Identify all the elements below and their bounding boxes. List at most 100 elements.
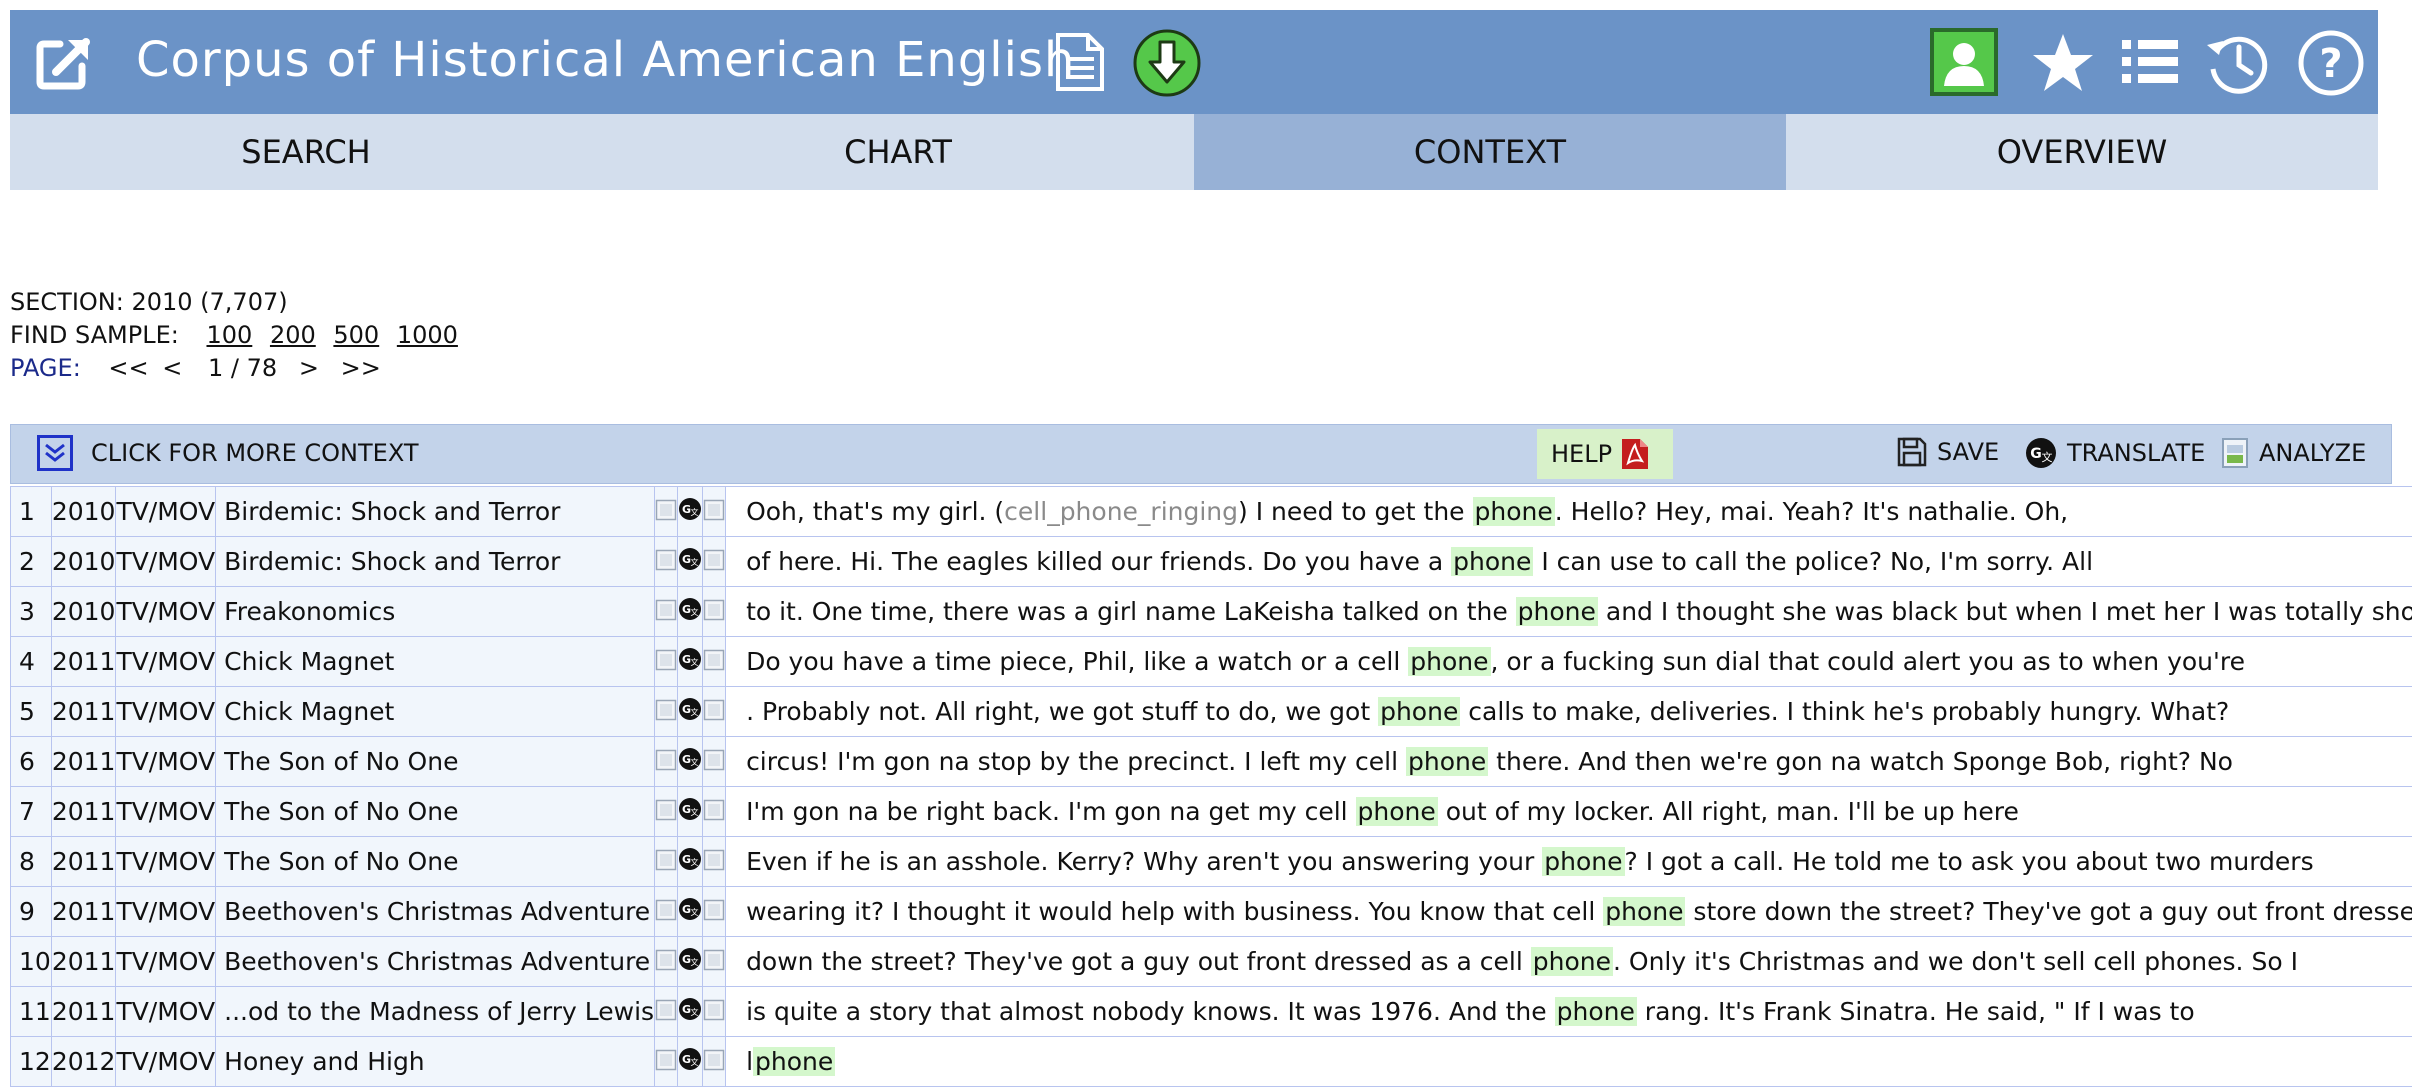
table-row[interactable]: 122012TV/MOVHoney and HighG文lphone xyxy=(11,1037,2412,1087)
table-row[interactable]: 12010TV/MOVBirdemic: Shock and TerrorG文O… xyxy=(11,487,2412,537)
analyze-icon[interactable] xyxy=(703,498,725,527)
table-row[interactable]: 102011TV/MOVBeethoven's Christmas Advent… xyxy=(11,937,2412,987)
translate-icon[interactable]: G文 xyxy=(678,1047,702,1077)
expand-context-icon[interactable] xyxy=(655,798,677,827)
sample-500-link[interactable]: 500 xyxy=(333,321,379,349)
context-pre: l xyxy=(746,1047,753,1076)
sample-100-link[interactable]: 100 xyxy=(206,321,252,349)
row-source[interactable]: Honey and High xyxy=(216,1037,655,1087)
row-context: . Probably not. All right, we got stuff … xyxy=(726,687,2412,737)
analyze-icon[interactable] xyxy=(703,998,725,1027)
expand-context-icon[interactable] xyxy=(655,548,677,577)
next-page-link[interactable]: > xyxy=(299,354,319,382)
expand-context-icon[interactable] xyxy=(655,498,677,527)
expand-context-icon[interactable] xyxy=(655,748,677,777)
analyze-icon[interactable] xyxy=(703,798,725,827)
save-button[interactable]: SAVE xyxy=(1897,437,1999,467)
table-row[interactable]: 32010TV/MOVFreakonomicsG文to it. One time… xyxy=(11,587,2412,637)
row-source[interactable]: Beethoven's Christmas Adventure xyxy=(216,887,655,937)
keyword-match[interactable]: phone xyxy=(1555,997,1637,1026)
sample-1000-link[interactable]: 1000 xyxy=(397,321,458,349)
expand-context-icon[interactable] xyxy=(655,598,677,627)
external-link-icon[interactable] xyxy=(32,30,96,94)
keyword-match[interactable]: phone xyxy=(1516,597,1598,626)
row-source[interactable]: The Son of No One xyxy=(216,787,655,837)
translate-icon[interactable]: G文 xyxy=(678,897,702,927)
analyze-icon[interactable] xyxy=(703,1048,725,1077)
list-icon[interactable] xyxy=(2118,32,2182,92)
analyze-icon[interactable] xyxy=(703,948,725,977)
analyze-icon[interactable] xyxy=(703,898,725,927)
expand-context-icon[interactable] xyxy=(655,998,677,1027)
analyze-button[interactable]: ANALYZE xyxy=(2221,437,2366,469)
row-source[interactable]: Freakonomics xyxy=(216,587,655,637)
table-row[interactable]: 82011TV/MOVThe Son of No OneG文Even if he… xyxy=(11,837,2412,887)
table-row[interactable]: 22010TV/MOVBirdemic: Shock and TerrorG文o… xyxy=(11,537,2412,587)
star-icon[interactable] xyxy=(2028,28,2098,98)
more-context-label[interactable]: CLICK FOR MORE CONTEXT xyxy=(91,439,419,467)
table-row[interactable]: 92011TV/MOVBeethoven's Christmas Adventu… xyxy=(11,887,2412,937)
sample-200-link[interactable]: 200 xyxy=(270,321,316,349)
expand-context-icon[interactable] xyxy=(655,698,677,727)
translate-icon[interactable]: G文 xyxy=(678,797,702,827)
help-circle-icon[interactable]: ? xyxy=(2296,28,2366,98)
table-row[interactable]: 62011TV/MOVThe Son of No OneG文circus! I'… xyxy=(11,737,2412,787)
analyze-icon[interactable] xyxy=(703,598,725,627)
expand-context-icon[interactable] xyxy=(655,898,677,927)
translate-icon[interactable]: G文 xyxy=(678,847,702,877)
translate-icon[interactable]: G文 xyxy=(678,947,702,977)
first-page-link[interactable]: << xyxy=(108,354,148,382)
translate-icon[interactable]: G文 xyxy=(678,497,702,527)
user-icon[interactable] xyxy=(1930,28,1998,96)
tab-search[interactable]: SEARCH xyxy=(10,114,602,190)
row-source[interactable]: Beethoven's Christmas Adventure xyxy=(216,937,655,987)
analyze-icon[interactable] xyxy=(703,648,725,677)
row-source[interactable]: Birdemic: Shock and Terror xyxy=(216,537,655,587)
keyword-match[interactable]: phone xyxy=(1542,847,1624,876)
row-source[interactable]: The Son of No One xyxy=(216,837,655,887)
keyword-match[interactable]: phone xyxy=(1378,697,1460,726)
help-button[interactable]: HELP xyxy=(1537,429,1673,479)
table-row[interactable]: 42011TV/MOVChick MagnetG文Do you have a t… xyxy=(11,637,2412,687)
row-source[interactable]: Chick Magnet xyxy=(216,687,655,737)
translate-icon[interactable]: G文 xyxy=(678,697,702,727)
keyword-match[interactable]: phone xyxy=(1408,647,1490,676)
table-row[interactable]: 72011TV/MOVThe Son of No OneG文I'm gon na… xyxy=(11,787,2412,837)
analyze-icon[interactable] xyxy=(703,548,725,577)
row-source[interactable]: The Son of No One xyxy=(216,737,655,787)
tab-overview[interactable]: OVERVIEW xyxy=(1786,114,2378,190)
translate-button[interactable]: G 文 TRANSLATE xyxy=(2025,437,2205,469)
analyze-icon[interactable] xyxy=(703,698,725,727)
last-page-link[interactable]: >> xyxy=(341,354,381,382)
table-row[interactable]: 52011TV/MOVChick MagnetG文. Probably not.… xyxy=(11,687,2412,737)
translate-icon[interactable]: G文 xyxy=(678,747,702,777)
keyword-match[interactable]: phone xyxy=(1406,747,1488,776)
translate-icon[interactable]: G文 xyxy=(678,647,702,677)
row-source[interactable]: Chick Magnet xyxy=(216,637,655,687)
keyword-match[interactable]: phone xyxy=(753,1047,835,1076)
download-icon[interactable] xyxy=(1132,28,1202,98)
translate-icon[interactable]: G文 xyxy=(678,547,702,577)
prev-page-link[interactable]: < xyxy=(162,354,182,382)
tab-context[interactable]: CONTEXT xyxy=(1194,114,1786,190)
keyword-match[interactable]: phone xyxy=(1356,797,1438,826)
translate-icon[interactable]: G文 xyxy=(678,997,702,1027)
expand-context-icon[interactable] xyxy=(655,848,677,877)
document-icon[interactable] xyxy=(1048,30,1112,94)
expand-context-button[interactable] xyxy=(37,435,73,471)
analyze-icon[interactable] xyxy=(703,848,725,877)
history-icon[interactable] xyxy=(2202,28,2272,98)
row-source[interactable]: Birdemic: Shock and Terror xyxy=(216,487,655,537)
keyword-match[interactable]: phone xyxy=(1531,947,1613,976)
expand-context-icon[interactable] xyxy=(655,948,677,977)
keyword-match[interactable]: phone xyxy=(1451,547,1533,576)
row-source[interactable]: ...od to the Madness of Jerry Lewis xyxy=(216,987,655,1037)
analyze-icon[interactable] xyxy=(703,748,725,777)
tab-chart[interactable]: CHART xyxy=(602,114,1194,190)
expand-context-icon[interactable] xyxy=(655,1048,677,1077)
keyword-match[interactable]: phone xyxy=(1603,897,1685,926)
expand-context-icon[interactable] xyxy=(655,648,677,677)
keyword-match[interactable]: phone xyxy=(1473,497,1555,526)
table-row[interactable]: 112011TV/MOV...od to the Madness of Jerr… xyxy=(11,987,2412,1037)
translate-icon[interactable]: G文 xyxy=(678,597,702,627)
